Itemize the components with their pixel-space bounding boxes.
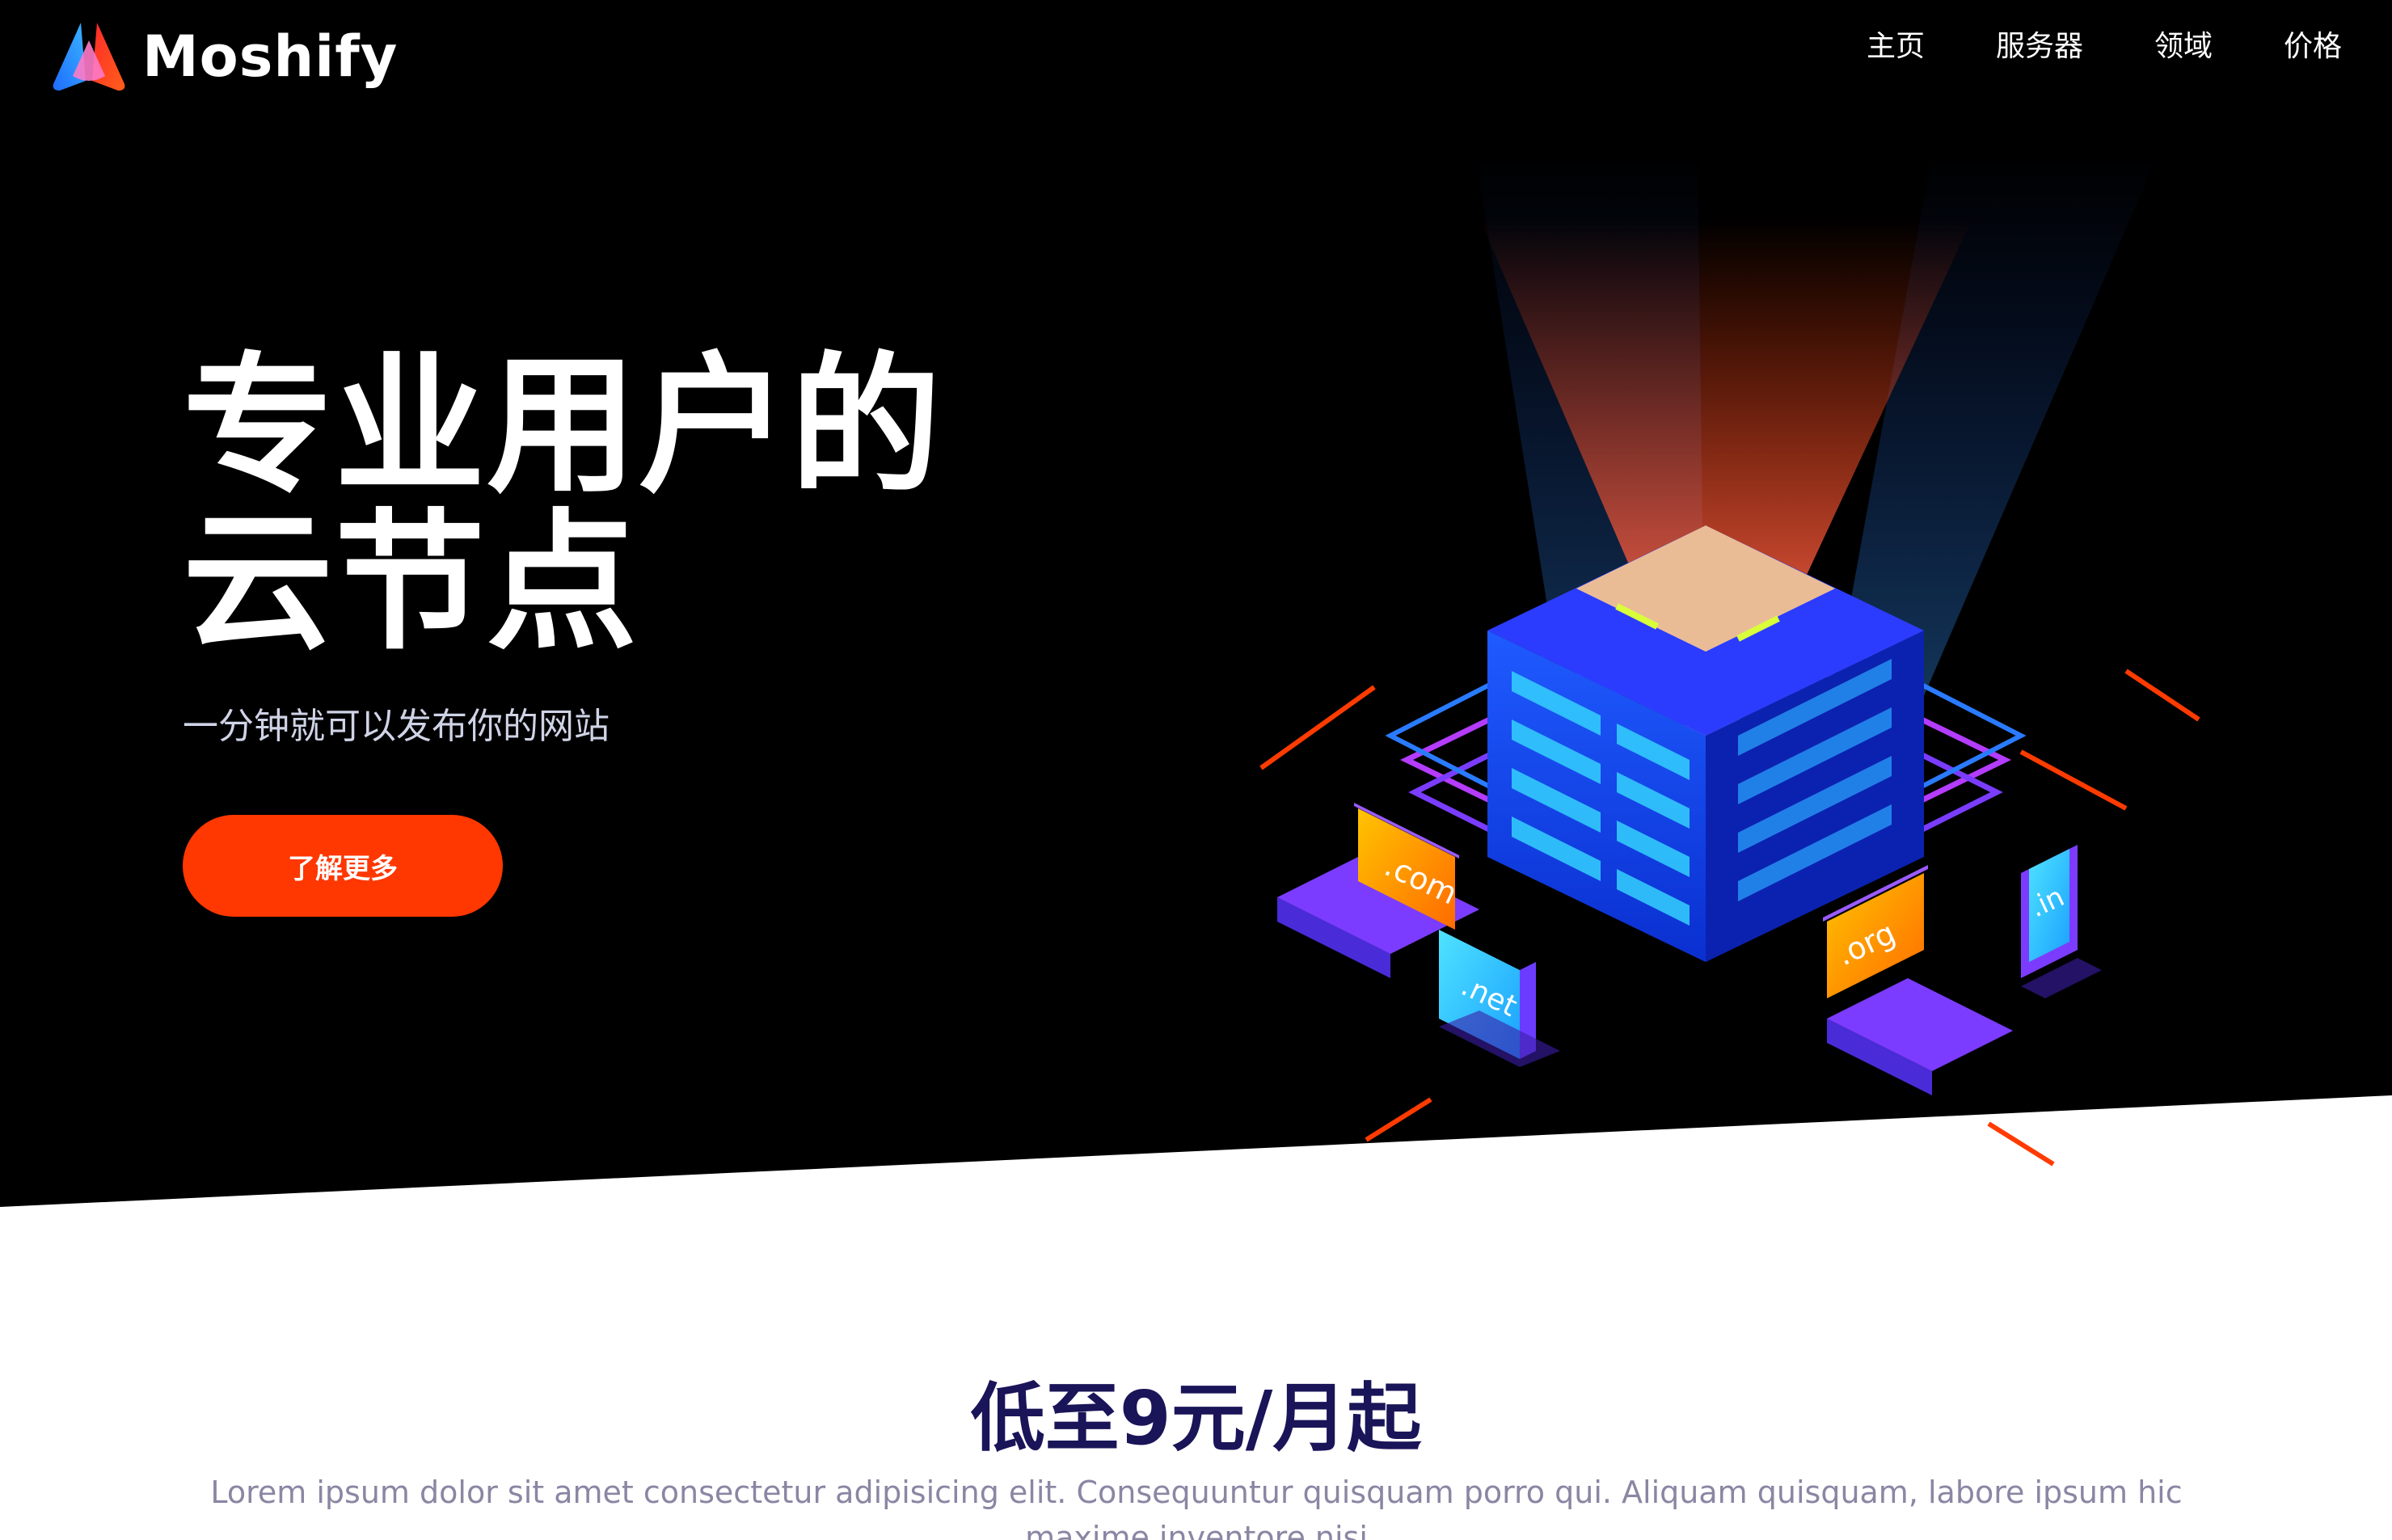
server-network-illustration: .com .net .org .in [1259, 154, 2200, 1167]
hero-title-line1: 专业用户的 [183, 338, 943, 513]
nav-item-home[interactable]: 主页 [1867, 23, 1925, 71]
hero-subtitle: 一分钟就可以发布你的网站 [183, 706, 610, 747]
org-laptop-icon: .org [1823, 865, 2013, 1095]
in-phone-icon: .in [2021, 845, 2102, 998]
hero-title-line2: 云节点 [183, 495, 639, 670]
pricing-title: 低至9元/月起 [970, 1375, 1422, 1462]
pricing-description: Lorem ipsum dolor sit amet consectetur a… [210, 1475, 2183, 1540]
nav-item-pricing[interactable]: 价格 [2284, 23, 2342, 71]
learn-more-button[interactable]: 了解更多 [183, 815, 503, 917]
moshify-logo-icon [53, 23, 125, 91]
brand-name: Moshify [142, 23, 399, 90]
net-tablet-icon: .net [1439, 930, 1560, 1067]
brand-logo[interactable]: Moshify [50, 16, 398, 97]
main-nav: 主页 服务器 领域 价格 [1867, 23, 2342, 71]
nav-item-servers[interactable]: 服务器 [1996, 23, 2083, 71]
nav-item-domains[interactable]: 领域 [2154, 23, 2213, 71]
hero-title: 专业用户的 云节点 [183, 348, 1072, 661]
landing-page: Moshify 主页 服务器 领域 价格 专业用户的 云节点 一分钟就可以发布你… [0, 0, 2392, 1540]
